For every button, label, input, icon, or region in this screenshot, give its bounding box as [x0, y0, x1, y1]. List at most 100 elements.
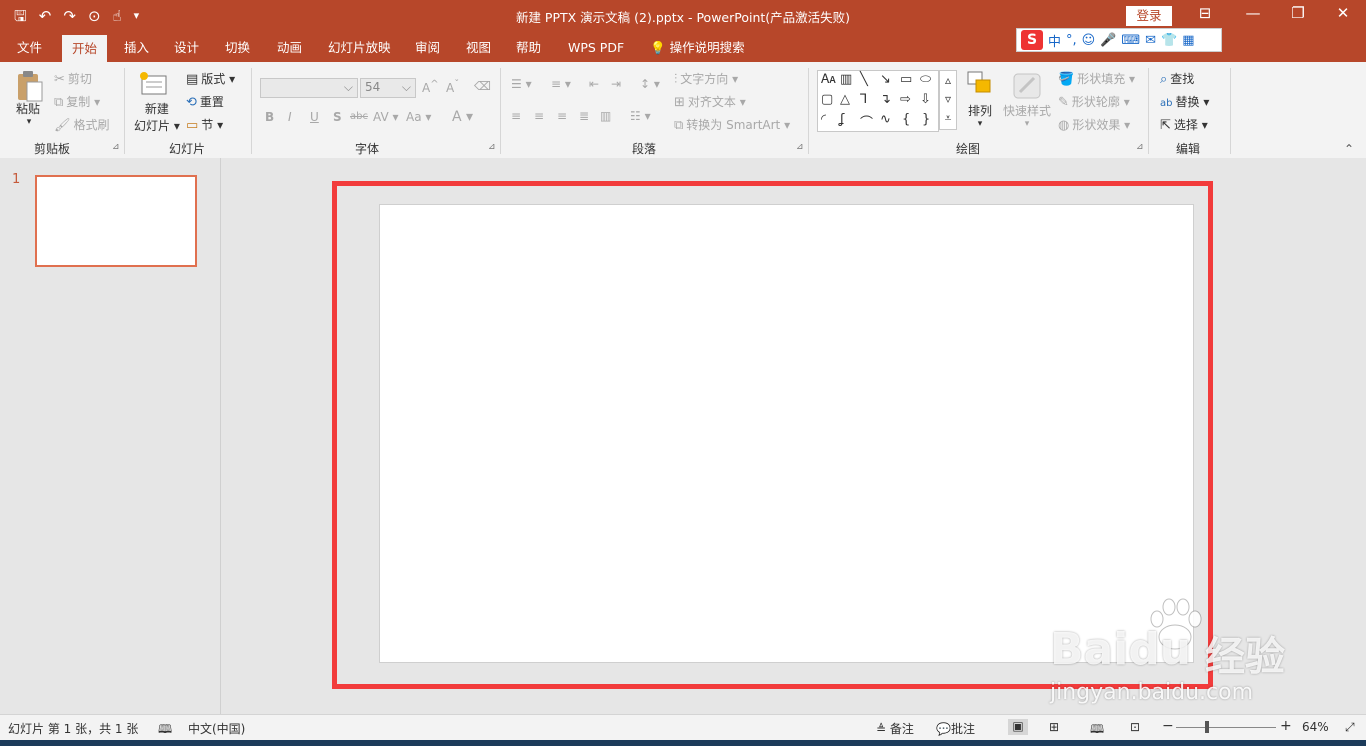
drawing-launcher-icon[interactable]: ⊿ [1136, 142, 1144, 152]
slide-count-status[interactable]: 幻灯片 第 1 张，共 1 张 [8, 720, 138, 737]
ime-punctuation[interactable]: °, [1066, 33, 1077, 48]
spellcheck-icon[interactable]: 🕮 [158, 720, 172, 741]
columns-icon[interactable]: ☷ ▾ [630, 109, 651, 123]
paste-button[interactable]: 粘贴 ▾ [14, 70, 44, 127]
shape-effects-button[interactable]: ◍ 形状效果 ▾ [1058, 116, 1130, 133]
increase-indent-icon[interactable]: ⇥ [611, 77, 621, 91]
zoom-level[interactable]: 64% [1302, 720, 1329, 734]
reading-view-icon[interactable]: 🕮 [1090, 720, 1104, 741]
cut-button[interactable]: ✂ 剪切 [54, 70, 92, 87]
tab-insert[interactable]: 插入 [114, 37, 159, 62]
tab-help[interactable]: 帮助 [506, 37, 551, 62]
tab-review[interactable]: 审阅 [405, 37, 450, 62]
align-text-button[interactable]: ⊞ 对齐文本 ▾ [674, 93, 746, 110]
tab-transitions[interactable]: 切换 [215, 37, 260, 62]
new-slide-button[interactable]: 新建 幻灯片 ▾ [134, 68, 180, 134]
shape-outline-button[interactable]: ✎ 形状轮廓 ▾ [1058, 93, 1130, 110]
tab-home[interactable]: 开始 [62, 35, 108, 62]
keyboard-icon[interactable]: ⌨ [1121, 33, 1140, 48]
tab-wps-pdf[interactable]: WPS PDF [558, 37, 634, 62]
zoom-slider-track[interactable] [1176, 727, 1276, 728]
triangle-shape-icon[interactable]: △ [840, 92, 850, 107]
font-family-combo[interactable]: ⌵ [260, 78, 358, 98]
tell-me-search[interactable]: 💡 操作说明搜索 [640, 37, 755, 62]
select-button[interactable]: ⇱ 选择 ▾ [1160, 116, 1208, 133]
convert-smartart-button[interactable]: ⧉ 转换为 SmartArt ▾ [674, 116, 790, 133]
underline-button[interactable]: U [310, 110, 319, 124]
ribbon-display-options-icon[interactable]: ⊟ [1190, 4, 1220, 22]
align-right-icon[interactable]: ≡ [557, 109, 567, 123]
slideshow-view-icon[interactable]: ⊡ [1130, 720, 1140, 734]
tab-design[interactable]: 设计 [164, 37, 209, 62]
shapes-gallery[interactable]: 🗛 ▥ ╲ ↘ ▭ ⬭ ▢ △ ⅂ ↴ ⇨ ⇩ ◜ ʆ ⌒ ∿ { } [817, 70, 939, 132]
line-shape-icon[interactable]: ╲ [860, 72, 868, 87]
decrease-font-icon[interactable]: Aˇ [446, 79, 459, 95]
bold-button[interactable]: B [265, 110, 274, 124]
grid-icon[interactable]: ▦ [1182, 33, 1194, 48]
right-arrow-shape-icon[interactable]: ⇨ [900, 92, 911, 107]
format-painter-button[interactable]: 🖌 格式刷 [54, 116, 110, 133]
zoom-slider-thumb[interactable] [1205, 721, 1209, 733]
login-button[interactable]: 登录 [1126, 6, 1172, 26]
find-button[interactable]: ⌕ 查找 [1160, 70, 1194, 87]
layout-button[interactable]: ▤ 版式 ▾ [186, 70, 235, 87]
slide-sorter-icon[interactable]: ⊞ [1049, 720, 1059, 734]
font-size-combo[interactable]: 54 ⌵ [360, 78, 416, 98]
line-spacing-icon[interactable]: ↕ ▾ [640, 77, 660, 91]
textbox-shape-icon[interactable]: 🗛 [821, 72, 836, 87]
copy-button[interactable]: ⧉ 复制 ▾ [54, 93, 100, 110]
decrease-indent-icon[interactable]: ⇤ [589, 77, 599, 91]
clipboard-launcher-icon[interactable]: ⊿ [112, 142, 120, 152]
scroll-up-icon[interactable]: ▵ [940, 71, 956, 90]
tab-animations[interactable]: 动画 [267, 37, 312, 62]
replace-button[interactable]: ab 替换 ▾ [1160, 93, 1209, 110]
freeform-shape-icon[interactable]: ◜ [821, 112, 826, 127]
vertical-textbox-shape-icon[interactable]: ▥ [840, 72, 852, 87]
minimize-icon[interactable]: — [1238, 4, 1268, 22]
scribble-shape-icon[interactable]: ʆ [840, 112, 844, 127]
arc-shape-icon[interactable]: ⌒ [860, 112, 873, 131]
scroll-down-icon[interactable]: ▿ [940, 90, 956, 109]
shadow-button[interactable]: S [333, 110, 342, 124]
text-direction-button[interactable]: ⫶ 文字方向 ▾ [674, 70, 738, 87]
clear-format-icon[interactable]: ⌫ [474, 79, 491, 93]
toolbox-icon[interactable]: ✉ [1145, 33, 1156, 48]
fit-to-window-icon[interactable]: ⤢ [1345, 720, 1355, 735]
shapes-scroll[interactable]: ▵ ▿ ⩡ [939, 70, 957, 130]
arrange-button[interactable]: 排列 ▾ [966, 70, 994, 129]
quick-styles-button[interactable]: 快速样式 ▾ [1002, 70, 1052, 129]
collapse-ribbon-icon[interactable]: ⌃ [1344, 142, 1354, 156]
font-launcher-icon[interactable]: ⊿ [488, 142, 496, 152]
align-left-icon[interactable]: ≡ [511, 109, 521, 123]
change-case-button[interactable]: Aa ▾ [406, 110, 431, 124]
shape-fill-button[interactable]: 🪣 形状填充 ▾ [1058, 70, 1135, 87]
strikethrough-button[interactable]: abc [350, 111, 368, 122]
italic-button[interactable]: I [288, 110, 292, 124]
zoom-out-button[interactable]: − [1162, 718, 1174, 734]
align-center-icon[interactable]: ≡ [534, 109, 544, 123]
curve-shape-icon[interactable]: ∿ [880, 112, 891, 127]
distributed-icon[interactable]: ▥ [600, 109, 611, 123]
skin-icon[interactable]: 👕 [1161, 33, 1177, 48]
sogou-logo-icon[interactable]: S [1021, 30, 1043, 50]
left-brace-shape-icon[interactable]: { [902, 112, 910, 127]
arrow-line-shape-icon[interactable]: ↘ [880, 72, 891, 87]
reset-button[interactable]: ⟲ 重置 [186, 93, 224, 110]
justify-icon[interactable]: ≣ [579, 109, 589, 123]
normal-view-icon[interactable]: ▣ [1008, 719, 1028, 735]
tab-slideshow[interactable]: 幻灯片放映 [318, 37, 401, 62]
elbow-connector-shape-icon[interactable]: ⅂ [860, 92, 867, 107]
microphone-icon[interactable]: 🎤 [1100, 33, 1116, 48]
tab-view[interactable]: 视图 [456, 37, 501, 62]
restore-icon[interactable]: ❐ [1283, 4, 1313, 22]
more-shapes-icon[interactable]: ⩡ [940, 109, 956, 128]
rectangle-shape-icon[interactable]: ▭ [900, 72, 912, 87]
bullets-icon[interactable]: ☰ ▾ [511, 77, 532, 91]
notes-button[interactable]: ≜ 备注 [876, 720, 914, 737]
font-color-button[interactable]: A ▾ [452, 109, 473, 125]
language-status[interactable]: 中文(中国) [188, 720, 245, 737]
zoom-in-button[interactable]: + [1280, 718, 1292, 734]
slide-canvas[interactable] [379, 204, 1194, 663]
elbow-arrow-shape-icon[interactable]: ↴ [880, 92, 891, 107]
emoji-icon[interactable]: ☺ [1082, 33, 1096, 48]
